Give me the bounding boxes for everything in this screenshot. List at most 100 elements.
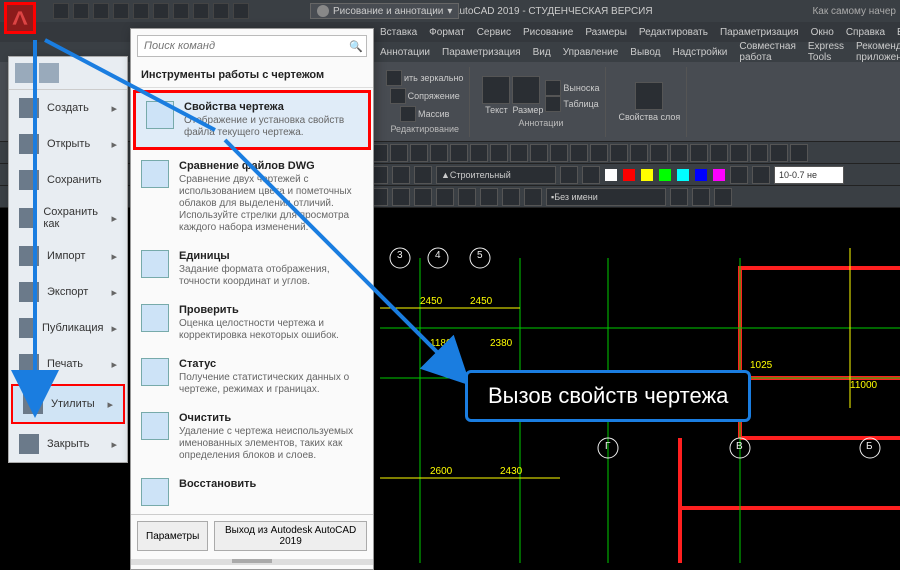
- recent-documents-icon[interactable]: [15, 63, 35, 83]
- qat-button[interactable]: [113, 3, 129, 19]
- app-menu-saveas[interactable]: Сохранить как▸: [9, 198, 127, 238]
- menu-item[interactable]: Сервис: [477, 27, 511, 38]
- toolbar-button[interactable]: [730, 144, 748, 162]
- menu-item[interactable]: Рисование: [523, 27, 573, 38]
- toolbar-button[interactable]: [458, 188, 476, 206]
- ribbon-tab[interactable]: Вывод: [630, 47, 660, 58]
- flyout-item-audit[interactable]: ПроверитьОценка целостности чертежа и ко…: [131, 296, 373, 350]
- qat-button[interactable]: [93, 3, 109, 19]
- menu-item[interactable]: Вставка: [380, 27, 417, 38]
- app-menu-close[interactable]: Закрыть▸: [9, 426, 127, 462]
- toolbar-button[interactable]: [530, 144, 548, 162]
- toolbar-button[interactable]: [450, 144, 468, 162]
- toolbar-button[interactable]: [770, 144, 788, 162]
- toolbar-button[interactable]: [470, 144, 488, 162]
- qat-button[interactable]: [53, 3, 69, 19]
- toolbar-button[interactable]: [524, 188, 542, 206]
- mirror-icon[interactable]: [386, 70, 402, 86]
- toolbar-button[interactable]: [714, 188, 732, 206]
- toolbar-button[interactable]: [436, 188, 454, 206]
- app-menu-utilities[interactable]: Утилиты▸: [11, 384, 125, 424]
- toolbar-button[interactable]: [690, 144, 708, 162]
- toolbar-button[interactable]: [610, 144, 628, 162]
- fillet-icon[interactable]: [390, 88, 406, 104]
- app-menu-open[interactable]: Открыть▸: [9, 126, 127, 162]
- app-menu-export[interactable]: Экспорт▸: [9, 274, 127, 310]
- app-menu-create[interactable]: Создать▸: [9, 90, 127, 126]
- options-button[interactable]: Параметры: [137, 521, 208, 551]
- workspace-selector[interactable]: Рисование и аннотации ▾: [310, 3, 459, 19]
- app-menu-import[interactable]: Импорт▸: [9, 238, 127, 274]
- qat-button[interactable]: [133, 3, 149, 19]
- qat-button[interactable]: [193, 3, 209, 19]
- flyout-item-recover[interactable]: Восстановить: [131, 470, 373, 514]
- flyout-item-drawing-properties[interactable]: Свойства чертежаОтображение и установка …: [133, 90, 371, 150]
- exit-button[interactable]: Выход из Autodesk AutoCAD 2019: [214, 521, 367, 551]
- toolbar-button[interactable]: [590, 144, 608, 162]
- toolbar-button[interactable]: [670, 188, 688, 206]
- qat-button[interactable]: [73, 3, 89, 19]
- toolbar-button[interactable]: [650, 144, 668, 162]
- qat-button[interactable]: [153, 3, 169, 19]
- flyout-item-units[interactable]: ЕдиницыЗадание формата отображения, точн…: [131, 242, 373, 296]
- toolbar-button[interactable]: [392, 166, 410, 184]
- qat-button[interactable]: [173, 3, 189, 19]
- ribbon-tab[interactable]: Совместная работа: [739, 41, 796, 63]
- flyout-item-dwg-compare[interactable]: Сравнение файлов DWGСравнение двух черте…: [131, 152, 373, 242]
- app-menu-print[interactable]: Печать▸: [9, 346, 127, 382]
- app-menu-publish[interactable]: Публикация▸: [9, 310, 127, 346]
- flyout-item-status[interactable]: СтатусПолучение статистических данных о …: [131, 350, 373, 404]
- ribbon-tab[interactable]: Вид: [533, 47, 551, 58]
- layer-properties-icon[interactable]: [635, 82, 663, 110]
- ribbon-tab[interactable]: Рекомендованные приложения: [856, 41, 900, 63]
- search-input[interactable]: [138, 36, 346, 56]
- toolbar-button[interactable]: [710, 144, 728, 162]
- ribbon-tab[interactable]: Express Tools: [808, 41, 844, 63]
- toolbar-button[interactable]: [630, 144, 648, 162]
- text-style-selector[interactable]: ▲ Строительный: [436, 166, 556, 184]
- toolbar-button[interactable]: [582, 166, 600, 184]
- toolbar-button[interactable]: [410, 144, 428, 162]
- app-menu-save[interactable]: Сохранить: [9, 162, 127, 198]
- toolbar-button[interactable]: [560, 166, 578, 184]
- qat-button[interactable]: [213, 3, 229, 19]
- toolbar-button[interactable]: [392, 188, 410, 206]
- dimension-icon[interactable]: [512, 76, 540, 104]
- ribbon-tab[interactable]: Параметризация: [442, 47, 521, 58]
- toolbar-button[interactable]: [790, 144, 808, 162]
- toolbar-button[interactable]: [550, 144, 568, 162]
- toolbar-button[interactable]: [570, 144, 588, 162]
- toolbar-button[interactable]: [670, 144, 688, 162]
- toolbar-button[interactable]: [390, 144, 408, 162]
- command-search[interactable]: 🔍: [137, 35, 367, 57]
- toolbar-button[interactable]: [502, 188, 520, 206]
- table-icon[interactable]: [545, 96, 561, 112]
- toolbar-button[interactable]: [730, 166, 748, 184]
- scale-display[interactable]: 10-0.7 не: [774, 166, 844, 184]
- toolbar-button[interactable]: [414, 166, 432, 184]
- menu-item[interactable]: Параметризация: [720, 27, 799, 38]
- open-documents-icon[interactable]: [39, 63, 59, 83]
- layer-combo[interactable]: ▪ Без имени: [546, 188, 666, 206]
- menu-item[interactable]: Редактировать: [639, 27, 708, 38]
- toolbar-button[interactable]: [414, 188, 432, 206]
- toolbar-button[interactable]: [692, 188, 710, 206]
- flyout-item-purge[interactable]: ОчиститьУдаление с чертежа неиспользуемы…: [131, 404, 373, 470]
- menu-item[interactable]: Размеры: [585, 27, 627, 38]
- resize-grip[interactable]: [131, 559, 373, 565]
- qat-button[interactable]: [233, 3, 249, 19]
- application-menu-button[interactable]: [4, 2, 36, 34]
- text-icon[interactable]: [482, 76, 510, 104]
- menu-item[interactable]: Формат: [429, 27, 465, 38]
- menu-item[interactable]: Справка: [846, 27, 885, 38]
- ribbon-tab[interactable]: Аннотации: [380, 47, 430, 58]
- array-icon[interactable]: [400, 106, 416, 122]
- ribbon-tab[interactable]: Управление: [563, 47, 619, 58]
- toolbar-button[interactable]: [480, 188, 498, 206]
- leader-icon[interactable]: [545, 80, 561, 96]
- toolbar-button[interactable]: [490, 144, 508, 162]
- toolbar-button[interactable]: [750, 144, 768, 162]
- ribbon-tab[interactable]: Надстройки: [673, 47, 728, 58]
- toolbar-button[interactable]: [752, 166, 770, 184]
- menu-item[interactable]: Окно: [811, 27, 834, 38]
